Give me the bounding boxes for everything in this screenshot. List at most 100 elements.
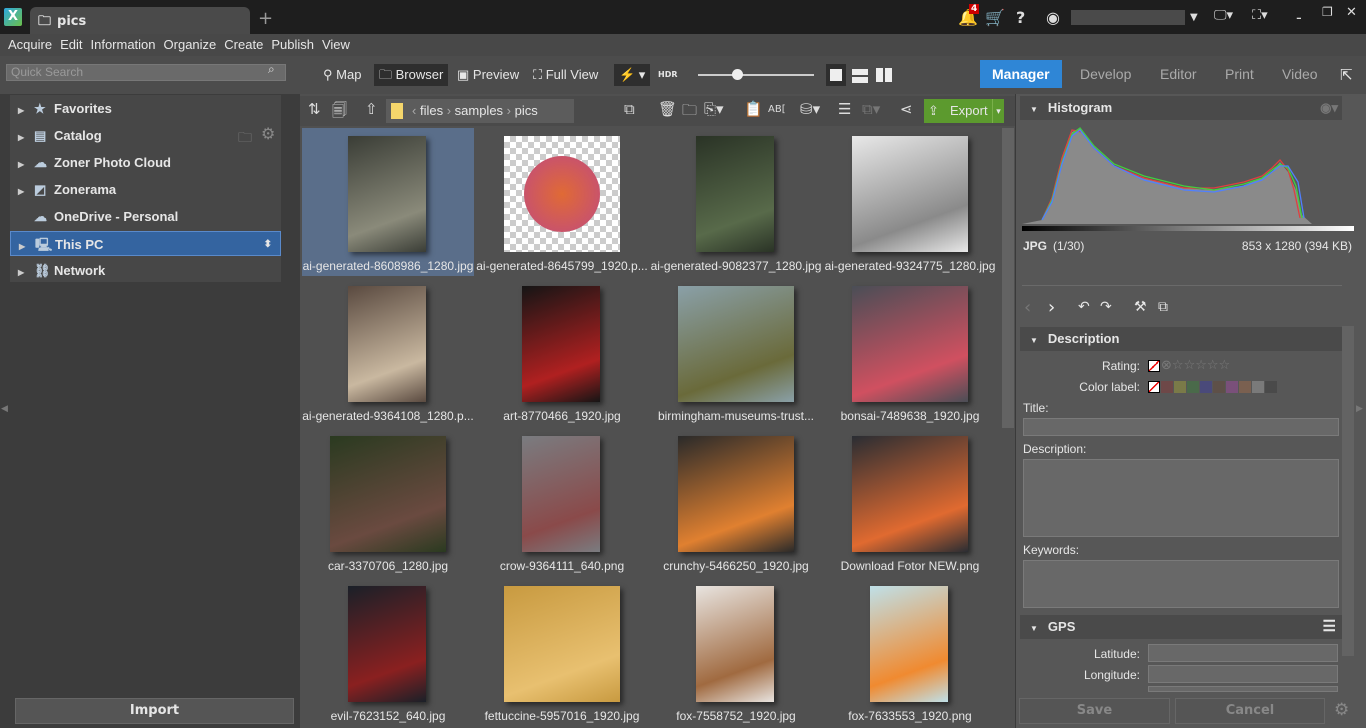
thumbnail-item[interactable]: birmingham-museums-trust... <box>650 278 822 426</box>
latitude-input[interactable] <box>1148 644 1338 662</box>
share-icon[interactable]: ⋖ <box>900 100 913 118</box>
menu-view[interactable]: View <box>322 37 350 52</box>
rating-control[interactable]: ⊗☆☆☆☆☆ <box>1148 358 1230 373</box>
user-icon[interactable]: ◉ <box>1046 8 1060 27</box>
sort-arrows-icon[interactable]: ⬍ <box>264 232 272 257</box>
delete-icon[interactable]: 🗑 <box>658 100 677 118</box>
gear-icon[interactable]: ⚙ <box>1334 700 1349 720</box>
color-swatch[interactable] <box>1200 380 1212 393</box>
new-folder-icon[interactable]: 🗀 <box>682 100 697 125</box>
cancel-button[interactable]: Cancel <box>1175 698 1325 724</box>
tree-item-this-pc[interactable]: ▶ 🖳 This PC ⬍ <box>10 231 281 256</box>
zoom-slider[interactable] <box>698 74 814 76</box>
previous-icon[interactable]: ‹ <box>1024 297 1031 318</box>
histogram-header[interactable]: ▼ Histogram ◉▾ <box>1020 96 1342 120</box>
rename-icon[interactable]: AB[ <box>768 104 786 115</box>
thumbnail-item[interactable]: ai-generated-8645799_1920.p... <box>476 128 648 276</box>
expand-arrow-icon[interactable]: ▶ <box>18 179 34 204</box>
full-view-button[interactable]: ⛶ Full View <box>528 64 603 86</box>
tree-item-favorites[interactable]: ▶ ★ Favorites <box>10 96 281 121</box>
thumbnail-item[interactable]: Download Fotor NEW.png <box>824 428 996 576</box>
fullscreen-icon[interactable]: ⛶▾ <box>1252 8 1268 23</box>
menu-acquire[interactable]: Acquire <box>8 37 52 52</box>
thumbnail-item[interactable]: ai-generated-8608986_1280.jpg <box>302 128 474 276</box>
breadcrumb-pics[interactable]: pics <box>515 103 538 118</box>
thumbnail-item[interactable]: art-8770466_1920.jpg <box>476 278 648 426</box>
layout-single-button[interactable] <box>826 64 846 86</box>
chevron-down-icon[interactable]: ▼ <box>1190 12 1198 23</box>
quick-search-input[interactable]: Quick Search <box>6 64 286 81</box>
external-window-icon[interactable]: ⇱ <box>1340 66 1353 84</box>
no-rating-swatch[interactable] <box>1148 359 1160 372</box>
expand-arrow-icon[interactable]: ▶ <box>18 260 34 285</box>
color-swatch[interactable] <box>1239 380 1251 393</box>
expand-arrow-icon[interactable]: ▶ <box>18 98 34 123</box>
gear-icon[interactable]: ⚙ <box>261 124 275 143</box>
thumbnail-item[interactable]: crunchy-5466250_1920.jpg <box>650 428 822 576</box>
thumbnail-item[interactable]: fox-7633553_1920.png <box>824 578 996 726</box>
thumbnail-item[interactable]: ai-generated-9082377_1280.jpg <box>650 128 822 276</box>
map-view-button[interactable]: ⚲ Map <box>318 64 366 86</box>
color-label-picker[interactable] <box>1148 379 1278 393</box>
keywords-input[interactable] <box>1023 560 1339 608</box>
mode-tab-develop[interactable]: Develop <box>1068 60 1143 88</box>
magic-wand-icon[interactable]: ⚒ <box>1134 299 1147 315</box>
rotate-left-icon[interactable]: ↶ <box>1078 299 1090 315</box>
gps-header[interactable]: ▼ GPS ☰ <box>1020 615 1342 639</box>
new-tab-button[interactable]: + <box>258 8 273 29</box>
menu-organize[interactable]: Organize <box>164 37 217 52</box>
expand-arrow-icon[interactable]: ▶ <box>18 125 34 150</box>
restore-button[interactable]: ❐ <box>1322 5 1333 19</box>
reject-icon[interactable]: ⊗ <box>1161 358 1172 373</box>
star-1[interactable]: ☆ <box>1172 358 1184 373</box>
info-panel-scrollbar[interactable] <box>1342 326 1354 656</box>
color-swatch[interactable] <box>1226 380 1238 393</box>
new-items-icon[interactable]: 🗐 <box>332 100 347 125</box>
thumbnail-item[interactable]: fettuccine-5957016_1920.jpg <box>476 578 648 726</box>
title-input[interactable] <box>1023 418 1339 436</box>
color-swatch[interactable] <box>1161 380 1173 393</box>
star-5[interactable]: ☆ <box>1219 358 1231 373</box>
mode-tab-manager[interactable]: Manager <box>980 60 1062 88</box>
longitude-input[interactable] <box>1148 665 1338 683</box>
tree-item-onedrive-personal[interactable]: ☁ OneDrive - Personal <box>10 204 281 229</box>
tab-pics[interactable]: 🗀 pics <box>30 7 250 34</box>
help-icon[interactable]: ? <box>1016 8 1025 27</box>
menu-publish[interactable]: Publish <box>271 37 314 52</box>
search-icon[interactable]: ⌕ <box>268 62 275 77</box>
batch-icon[interactable]: ⛁▾ <box>800 100 820 118</box>
thumbnail-item[interactable]: crow-9364111_640.png <box>476 428 648 576</box>
star-2[interactable]: ☆ <box>1184 358 1196 373</box>
color-swatch[interactable] <box>1213 380 1225 393</box>
tree-item-zonerama[interactable]: ▶ ◩ Zonerama <box>10 177 281 202</box>
import-button[interactable]: Import <box>15 698 294 724</box>
preview-view-button[interactable]: ▣ Preview <box>452 64 524 86</box>
description-input[interactable] <box>1023 459 1339 537</box>
collapse-left-panel-icon[interactable]: ◀ <box>1 404 8 414</box>
tree-item-network[interactable]: ▶ ⛓ Network <box>10 258 281 283</box>
save-button[interactable]: Save <box>1019 698 1170 724</box>
color-swatch[interactable] <box>1187 380 1199 393</box>
expand-arrow-icon[interactable]: ▶ <box>18 152 34 177</box>
copy-icon[interactable]: ⎘▾ <box>704 100 724 118</box>
thumbnail-item[interactable]: fox-7558752_1920.jpg <box>650 578 822 726</box>
expand-arrow-icon[interactable]: ▶ <box>19 234 35 259</box>
menu-icon[interactable]: ☰ <box>1323 615 1336 639</box>
mode-tab-print[interactable]: Print <box>1213 60 1266 88</box>
rotate-right-icon[interactable]: ↷ <box>1100 299 1112 315</box>
mode-tab-editor[interactable]: Editor <box>1148 60 1209 88</box>
quick-fix-button[interactable]: ⚡ ▾ <box>614 64 651 86</box>
color-swatch[interactable] <box>1265 380 1277 393</box>
export-dropdown-icon[interactable]: ▾ <box>992 99 1004 123</box>
adjust-icon[interactable]: ☰ <box>838 100 851 118</box>
color-swatch[interactable] <box>1252 380 1264 393</box>
thumbnail-item[interactable]: ai-generated-9364108_1280.p... <box>302 278 474 426</box>
select-new-icon[interactable]: ⧉ <box>624 100 635 118</box>
breadcrumb-samples[interactable]: samples <box>455 103 503 118</box>
menu-edit[interactable]: Edit <box>60 37 82 52</box>
breadcrumb-files[interactable]: files <box>420 103 443 118</box>
thumbnail-item[interactable]: ai-generated-9324775_1280.jpg <box>824 128 996 276</box>
color-swatch[interactable] <box>1174 380 1186 393</box>
altitude-input[interactable] <box>1148 686 1338 692</box>
minimize-button[interactable]: ‐ <box>1296 8 1302 27</box>
